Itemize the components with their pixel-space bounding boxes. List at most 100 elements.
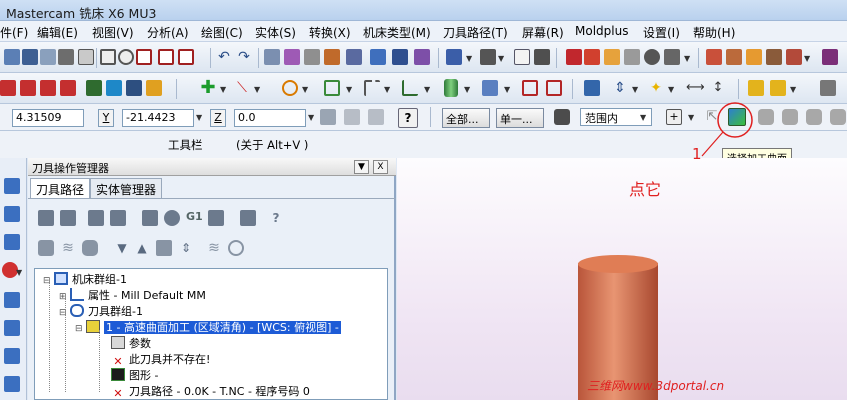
strip-icon-7[interactable] bbox=[4, 376, 20, 392]
menu-analyze[interactable]: 分析(A) bbox=[147, 24, 189, 41]
snap-icon[interactable] bbox=[344, 109, 360, 125]
fillet-dropdown-icon[interactable]: ▼ bbox=[384, 85, 390, 94]
rectangle-icon[interactable] bbox=[324, 80, 340, 96]
menu-moldplus[interactable]: Moldplus bbox=[575, 24, 628, 38]
help-4-icon[interactable] bbox=[60, 80, 76, 96]
scroll-arrow-icon[interactable]: ⇕ bbox=[178, 240, 194, 256]
lock-icon[interactable] bbox=[320, 109, 336, 125]
save-as-icon[interactable] bbox=[40, 49, 56, 65]
strip-icon-1[interactable] bbox=[4, 178, 20, 194]
post-g1-label[interactable]: G1 bbox=[186, 210, 203, 223]
moldplus-icon[interactable] bbox=[566, 49, 582, 65]
tree-node-tool-missing[interactable]: ✕ 此刀具并不存在! bbox=[111, 352, 210, 368]
rectangle-dropdown-icon[interactable]: ▼ bbox=[346, 85, 352, 94]
mirror-icon[interactable] bbox=[346, 49, 362, 65]
eraser-icon[interactable] bbox=[624, 49, 640, 65]
x-coordinate-field[interactable]: 4.31509 bbox=[12, 109, 84, 127]
help-2-icon[interactable] bbox=[20, 80, 36, 96]
post-icon[interactable] bbox=[208, 210, 224, 226]
menu-view[interactable]: 视图(V) bbox=[92, 24, 134, 41]
menu-help[interactable]: 帮助(H) bbox=[693, 24, 735, 41]
line-dropdown-icon[interactable]: ▼ bbox=[254, 85, 260, 94]
tree-node-operation[interactable]: ⊟ 1 - 高速曲面加工 (区域清角) - [WCS: 俯视图] - bbox=[75, 320, 341, 336]
table-icon[interactable] bbox=[126, 80, 142, 96]
select-single-button[interactable]: 单一... bbox=[496, 108, 544, 128]
cylinder-top-face[interactable] bbox=[578, 255, 658, 273]
backplot-ops-icon[interactable] bbox=[142, 210, 158, 226]
view-circle-icon[interactable] bbox=[118, 49, 134, 65]
menu-create[interactable]: 绘图(C) bbox=[201, 24, 243, 41]
toolpath-dropdown-icon[interactable]: ▼ bbox=[466, 54, 472, 63]
tab-solids-manager[interactable]: 实体管理器 bbox=[90, 178, 163, 198]
menu-solids[interactable]: 实体(S) bbox=[255, 24, 296, 41]
graphics-viewport[interactable]: 点它 三维网www.3dportal.cn bbox=[397, 158, 847, 400]
light-icon[interactable]: ✦ bbox=[648, 80, 664, 96]
strip-icon-6[interactable] bbox=[4, 348, 20, 364]
solid-5-icon[interactable] bbox=[786, 49, 802, 65]
move-down-icon[interactable]: ▼ bbox=[114, 240, 130, 256]
circle-dropdown-icon[interactable]: ▼ bbox=[302, 85, 308, 94]
menu-machine-type[interactable]: 机床类型(M) bbox=[363, 24, 431, 41]
help-3-icon[interactable] bbox=[40, 80, 56, 96]
surface-create-icon[interactable] bbox=[482, 80, 498, 96]
verify-ops-icon[interactable] bbox=[164, 210, 180, 226]
box-icon[interactable] bbox=[522, 80, 538, 96]
fillet-icon[interactable] bbox=[364, 80, 380, 96]
cut-icon[interactable] bbox=[78, 49, 94, 65]
toggle-display-icon[interactable]: ≋ bbox=[60, 240, 76, 256]
tree-node-geometry[interactable]: 图形 - bbox=[111, 368, 158, 384]
solid-dropdown-icon[interactable]: ▼ bbox=[804, 54, 810, 63]
panel-close-button[interactable]: X bbox=[373, 160, 388, 174]
menu-file[interactable]: 件(F) bbox=[0, 24, 28, 41]
sphere-4-icon[interactable] bbox=[830, 109, 846, 125]
strip-icon-3[interactable] bbox=[4, 234, 20, 250]
toolpath-icon[interactable] bbox=[446, 49, 462, 65]
grid-icon[interactable] bbox=[86, 80, 102, 96]
regenerate-icon[interactable] bbox=[88, 210, 104, 226]
mask-dropdown-icon[interactable]: ▼ bbox=[684, 54, 690, 63]
tree-node-toolpath[interactable]: ✕ 刀具路径 - 0.0K - T.NC - 程序号码 0 bbox=[111, 384, 310, 400]
ops-help-icon[interactable]: ? bbox=[268, 210, 284, 226]
menu-edit[interactable]: 编辑(E) bbox=[37, 24, 78, 41]
menu-toolpaths[interactable]: 刀具路径(T) bbox=[443, 24, 508, 41]
print-icon[interactable] bbox=[58, 49, 74, 65]
horizontal-dim-icon[interactable]: ⟷ bbox=[686, 80, 705, 96]
settings-grid-icon[interactable] bbox=[146, 80, 162, 96]
surface-dropdown-icon[interactable]: ▼ bbox=[504, 85, 510, 94]
regenerate-dirty-icon[interactable] bbox=[110, 210, 126, 226]
selection-mode-icon[interactable] bbox=[554, 109, 570, 125]
menu-screen[interactable]: 屏幕(R) bbox=[522, 24, 564, 41]
sphere-2-icon[interactable] bbox=[782, 109, 798, 125]
spline-icon[interactable] bbox=[402, 80, 418, 96]
selected-ops-icon[interactable] bbox=[228, 240, 244, 256]
insert-arrow-icon[interactable] bbox=[156, 240, 172, 256]
help-query-icon[interactable]: ? bbox=[398, 108, 418, 128]
delete-icon[interactable] bbox=[264, 49, 280, 65]
tab-toolpaths[interactable]: 刀具路径 bbox=[30, 178, 91, 198]
cylinder-icon[interactable] bbox=[444, 79, 458, 97]
select-dirty-ops-icon[interactable] bbox=[60, 210, 76, 226]
hide-icon[interactable] bbox=[304, 49, 320, 65]
panel-menu-button[interactable]: ▼ bbox=[354, 160, 369, 174]
solid-4-icon[interactable] bbox=[766, 49, 782, 65]
layer-icon[interactable] bbox=[324, 49, 340, 65]
select-all-button[interactable]: 全部... bbox=[442, 108, 490, 128]
arrow-icon[interactable]: ⇕ bbox=[612, 80, 628, 96]
check-list-icon[interactable] bbox=[106, 80, 122, 96]
line-icon[interactable]: ⟍ bbox=[234, 80, 250, 96]
strip-icon-5[interactable] bbox=[4, 320, 20, 336]
point-icon[interactable]: ✚ bbox=[200, 79, 216, 97]
strip-icon-4[interactable] bbox=[4, 292, 20, 308]
split-horizontal-icon[interactable] bbox=[136, 49, 152, 65]
level-icon[interactable] bbox=[392, 49, 408, 65]
plus-select-icon[interactable]: + bbox=[666, 109, 682, 125]
highfeed-icon[interactable] bbox=[240, 210, 256, 226]
save-icon[interactable] bbox=[22, 49, 38, 65]
redo-icon[interactable]: ↷ bbox=[236, 49, 252, 65]
snap-2-icon[interactable] bbox=[368, 109, 384, 125]
light-dropdown-icon[interactable]: ▼ bbox=[668, 85, 674, 94]
wrench-icon[interactable] bbox=[820, 80, 836, 96]
tree-node-toolgroup[interactable]: ⊟ 刀具群组-1 bbox=[59, 304, 143, 320]
trim-icon[interactable] bbox=[284, 49, 300, 65]
y-dropdown-icon[interactable]: ▼ bbox=[196, 113, 202, 122]
